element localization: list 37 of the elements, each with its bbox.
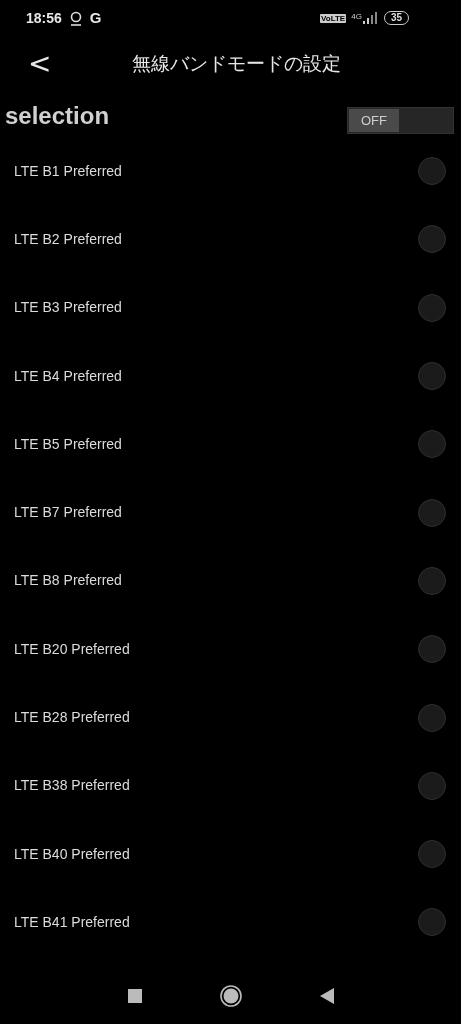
band-label: LTE B41 Preferred xyxy=(14,912,130,932)
volte-badge: VoLTE xyxy=(320,13,347,23)
band-label: LTE B5 Preferred xyxy=(14,434,122,454)
signal-icon xyxy=(362,12,379,24)
radio-button[interactable] xyxy=(418,840,446,869)
band-label: LTE B38 Preferred xyxy=(14,776,130,796)
band-label: LTE B2 Preferred xyxy=(14,229,122,249)
radio-button[interactable] xyxy=(418,771,446,800)
radio-button[interactable] xyxy=(418,225,446,254)
toggle-switch[interactable]: OFF xyxy=(347,107,454,134)
radio-button[interactable] xyxy=(418,430,446,459)
radio-button[interactable] xyxy=(418,566,446,595)
location-pin-icon xyxy=(69,10,82,26)
band-label: LTE B8 Preferred xyxy=(14,571,122,591)
radio-button[interactable] xyxy=(418,703,446,732)
page-title: 無線バンドモードの設定 xyxy=(131,51,341,76)
back-button[interactable]: < xyxy=(28,50,52,78)
band-label: LTE B7 Preferred xyxy=(14,503,122,523)
band-label: LTE B3 Preferred xyxy=(14,298,122,318)
band-label: LTE B1 Preferred xyxy=(14,161,122,181)
section-heading: selection xyxy=(5,104,110,128)
square-nav-icon[interactable] xyxy=(127,989,142,1003)
back-nav-icon[interactable] xyxy=(319,988,334,1004)
home-nav-icon[interactable] xyxy=(219,985,242,1007)
band-label: LTE B4 Preferred xyxy=(14,366,122,386)
band-label: LTE B20 Preferred xyxy=(14,639,130,659)
radio-button[interactable] xyxy=(418,362,446,391)
radio-button[interactable] xyxy=(418,908,446,937)
network-label: 4G xyxy=(351,12,362,21)
band-label: LTE B28 Preferred xyxy=(14,708,130,727)
radio-button[interactable] xyxy=(418,498,446,527)
radio-button[interactable] xyxy=(418,635,446,664)
status-time: 18:56 xyxy=(26,8,62,28)
carrier-letter: G xyxy=(89,7,102,28)
radio-button[interactable] xyxy=(418,293,446,322)
radio-button[interactable] xyxy=(418,157,446,186)
band-label: LTE B40 Preferred xyxy=(14,844,130,864)
